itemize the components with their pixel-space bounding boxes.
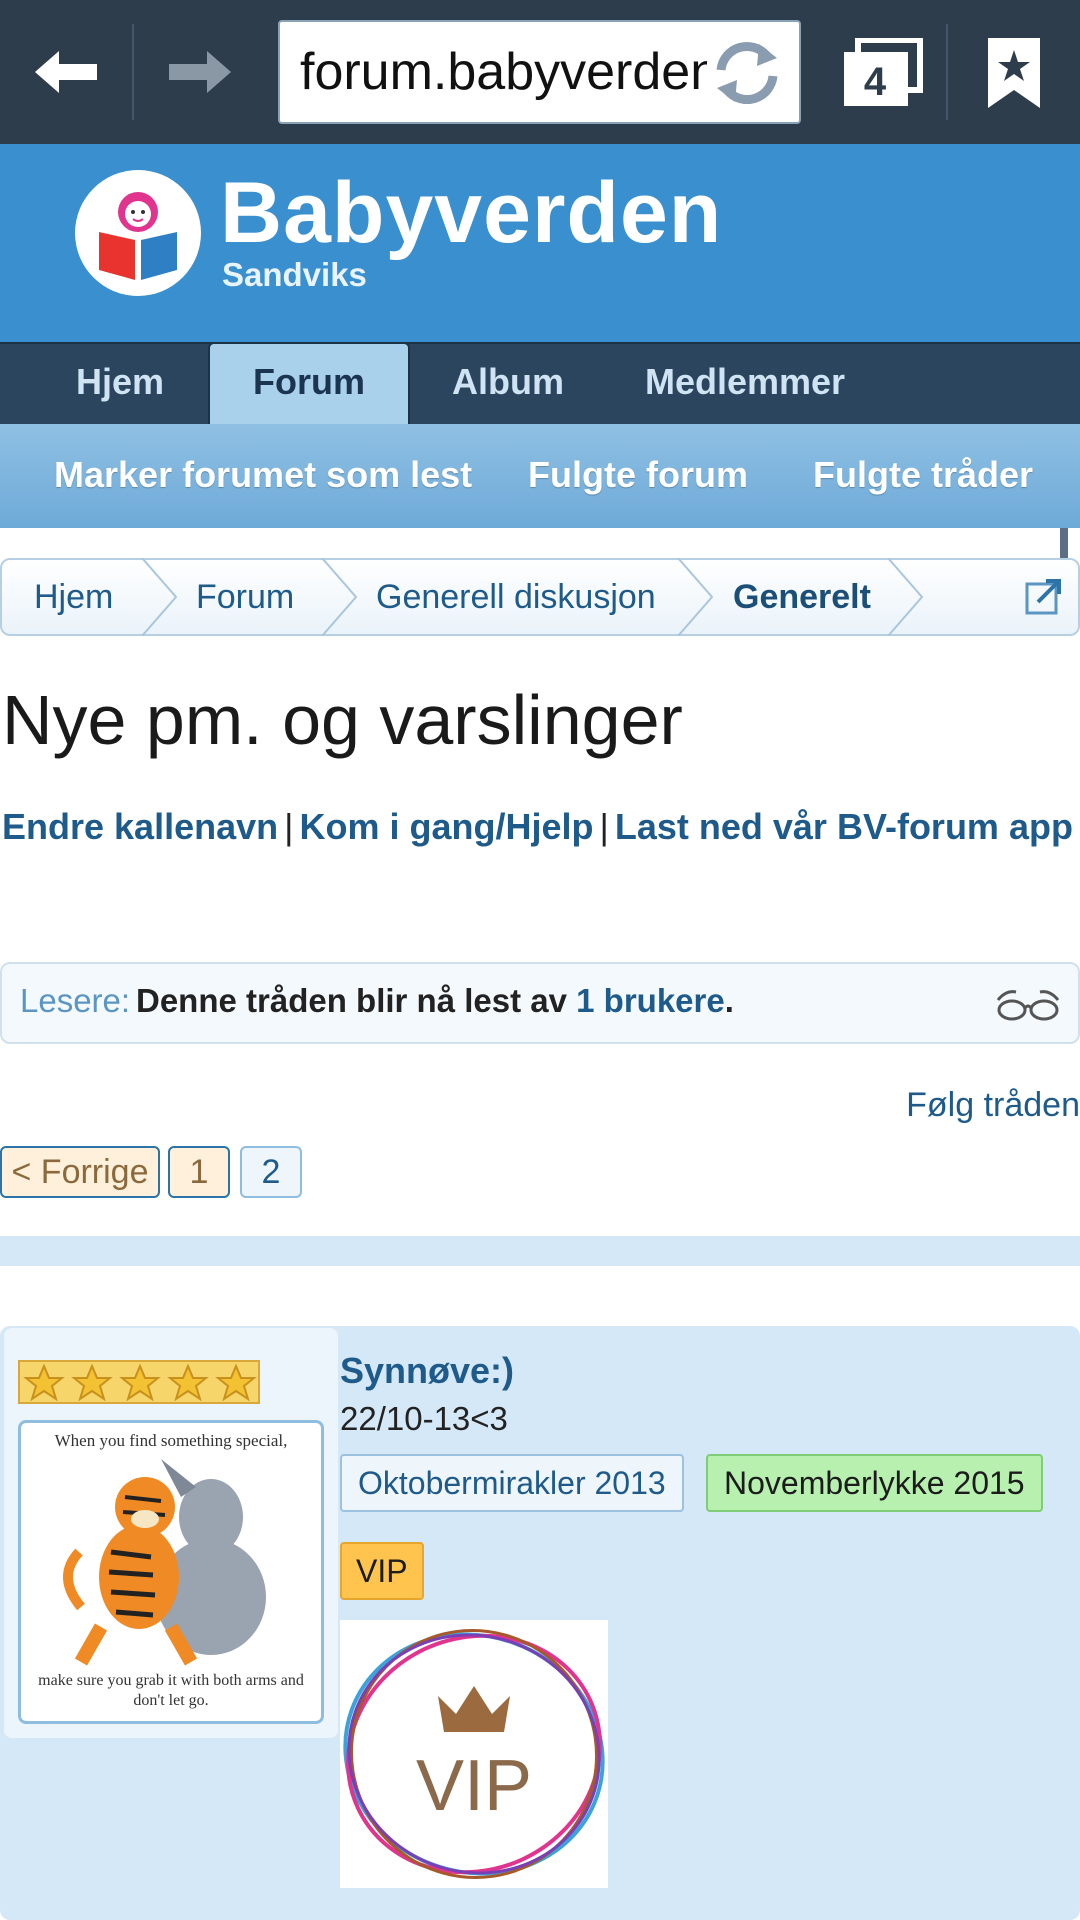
address-bar[interactable]: forum.babyverden.no — [278, 20, 801, 124]
link-separator: | — [599, 806, 609, 847]
user-rating — [18, 1360, 260, 1404]
help-links: Endre kallenavn | Kom i gang/Hjelp | Last ne… — [2, 806, 1073, 848]
readers-label: Lesere: — [20, 982, 131, 1019]
reload-icon[interactable] — [707, 36, 787, 110]
star-icon — [23, 1364, 65, 1402]
page-button-2[interactable]: 2 — [240, 1146, 302, 1198]
back-button[interactable] — [16, 28, 116, 116]
post-username[interactable]: Synnøve:) — [340, 1350, 514, 1392]
vip-logo: VIP — [340, 1620, 608, 1888]
site-header: Babyverden Sandviks — [0, 144, 1080, 588]
sub-nav: Marker forumet som lest Fulgte forum Ful… — [0, 424, 1080, 528]
follow-thread-link[interactable]: Følg tråden — [906, 1086, 1080, 1125]
user-badge-vip[interactable]: VIP — [340, 1542, 424, 1600]
url-text: forum.babyverden.no — [300, 43, 720, 101]
download-app-link[interactable]: Last ned vår BV-forum app — [615, 806, 1073, 847]
nav-tab-album[interactable]: Album — [438, 344, 578, 426]
chevron-right-icon — [677, 558, 714, 636]
browser-toolbar: forum.babyverden.no 4 — [0, 0, 1080, 146]
star-icon — [119, 1364, 161, 1402]
chevron-right-icon — [321, 558, 358, 636]
glasses-icon — [996, 990, 1060, 1021]
chevron-right-icon — [141, 558, 178, 636]
getting-started-link[interactable]: Kom i gang/Hjelp — [299, 806, 593, 847]
crown-icon — [438, 1686, 510, 1732]
thread-divider — [0, 1236, 1080, 1266]
readers-count[interactable]: 1 brukere — [576, 982, 725, 1019]
babyverden-logo-icon[interactable] — [75, 170, 201, 296]
breadcrumb-home[interactable]: Hjem — [34, 578, 113, 617]
page-button-1[interactable]: 1 — [168, 1146, 230, 1198]
star-icon — [167, 1364, 209, 1402]
main-nav: Hjem Forum Album Medlemmer — [0, 342, 1080, 428]
post-user-info: When you find something special, make su… — [4, 1328, 338, 1738]
change-nickname-link[interactable]: Endre kallenavn — [2, 806, 278, 847]
external-link-icon[interactable] — [1024, 576, 1064, 616]
tigger-eeyore-illustration — [63, 1459, 266, 1666]
avatar-caption-top: When you find something special, — [54, 1431, 288, 1450]
user-badge-oktobermirakler[interactable]: Oktobermirakler 2013 — [340, 1454, 684, 1512]
arrow-left-icon — [35, 51, 97, 93]
followed-forums-link[interactable]: Fulgte forum — [528, 454, 748, 496]
breadcrumb-current[interactable]: Generelt — [733, 578, 871, 617]
breadcrumb: Hjem Forum Generell diskusjon Generelt — [0, 558, 1080, 636]
toolbar-divider — [946, 24, 948, 120]
followed-threads-link[interactable]: Fulgte tråder — [813, 454, 1033, 496]
user-badge-novemberlykke[interactable]: Novemberlykke 2015 — [706, 1454, 1043, 1512]
avatar[interactable]: When you find something special, make su… — [18, 1420, 324, 1724]
svg-text:VIP: VIP — [416, 1746, 532, 1826]
arrow-right-icon — [169, 51, 231, 93]
breadcrumb-forum[interactable]: Forum — [196, 578, 294, 617]
nav-tab-home[interactable]: Hjem — [52, 344, 188, 426]
previous-page-button[interactable]: < Forrige — [0, 1146, 160, 1198]
star-icon — [71, 1364, 113, 1402]
readers-text-after: . — [724, 982, 734, 1019]
mark-forum-read-link[interactable]: Marker forumet som lest — [54, 454, 472, 496]
readers-box: Lesere: Denne tråden blir nå lest av 1 b… — [0, 962, 1080, 1044]
link-separator: | — [284, 806, 294, 847]
tabs-button[interactable]: 4 — [842, 38, 924, 108]
readers-text-before: Denne tråden blir nå lest av — [136, 982, 577, 1019]
breadcrumb-general-discussion[interactable]: Generell diskusjon — [376, 578, 656, 617]
nav-tab-forum[interactable]: Forum — [208, 342, 410, 428]
page-title: Nye pm. og varslinger — [2, 681, 683, 759]
nav-tab-members[interactable]: Medlemmer — [634, 344, 856, 426]
bookmark-button[interactable] — [984, 36, 1044, 112]
post-user-title: 22/10-13<3 — [340, 1400, 508, 1437]
forward-button[interactable] — [150, 28, 250, 116]
avatar-caption-bottom: make sure you grab it with both arms and… — [38, 1672, 304, 1709]
readers-text: Denne tråden blir nå lest av 1 brukere. — [136, 982, 734, 1020]
tab-count: 4 — [863, 60, 887, 104]
toolbar-divider — [132, 24, 134, 120]
bookmark-star-icon — [988, 38, 1040, 108]
post: When you find something special, make su… — [0, 1326, 1080, 1920]
site-title[interactable]: Babyverden — [220, 164, 722, 263]
site-subtitle: Sandviks — [222, 256, 367, 293]
star-icon — [215, 1364, 257, 1402]
chevron-right-icon — [887, 558, 924, 636]
